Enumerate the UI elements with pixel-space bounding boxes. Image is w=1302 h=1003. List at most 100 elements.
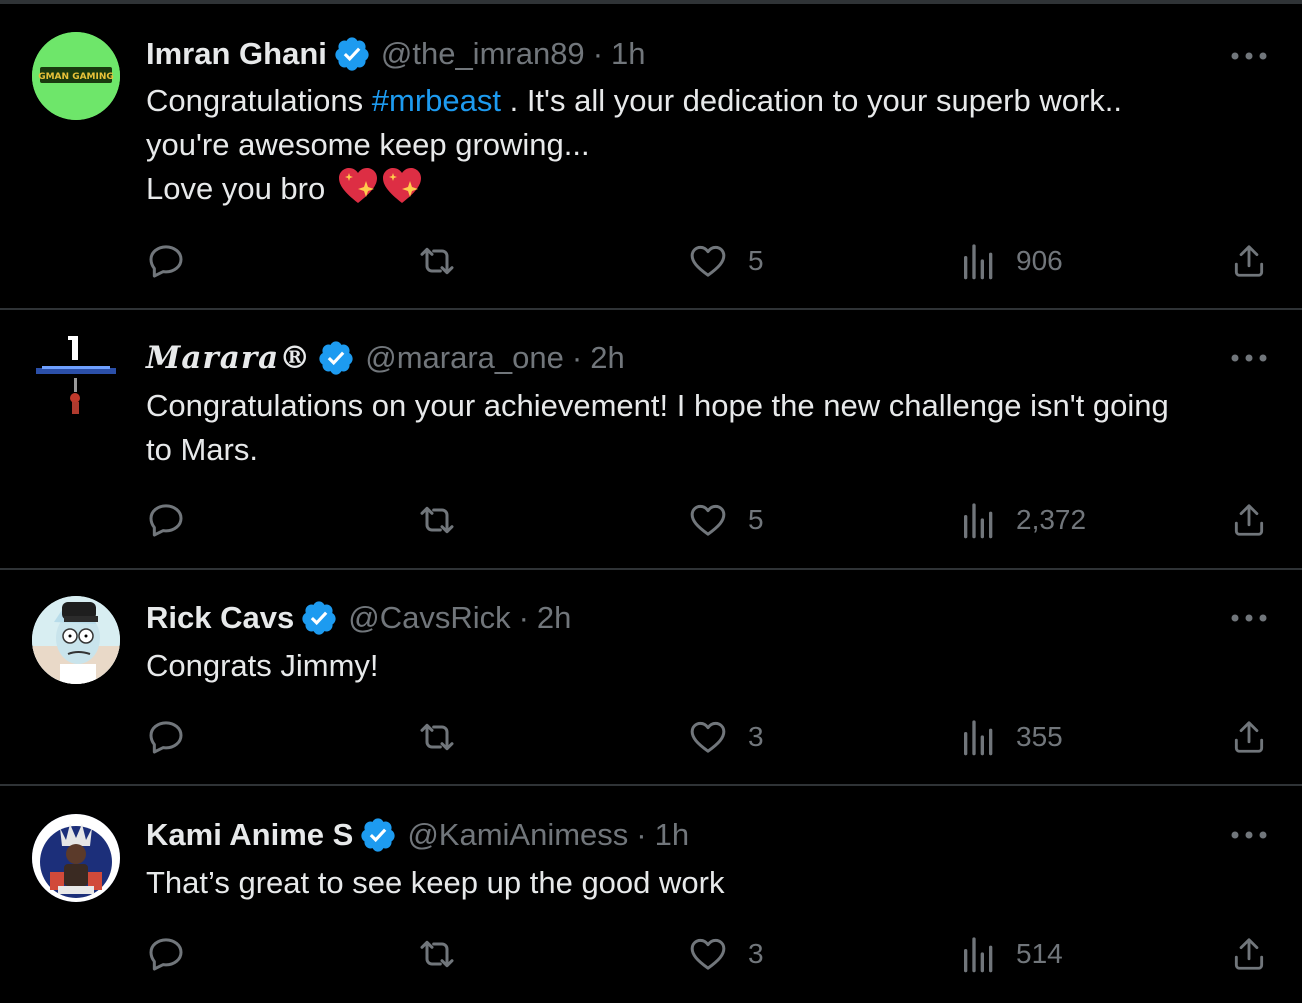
text-line: you're awesome keep growing...: [146, 127, 590, 162]
more-icon[interactable]: [1228, 610, 1270, 626]
verified-badge-icon[interactable]: [333, 35, 371, 73]
tweet-header: Imran Ghani @the_imran89 · 1h: [146, 34, 646, 74]
timestamp[interactable]: 1h: [611, 36, 645, 72]
reply-icon: [149, 938, 183, 971]
heart-icon: [690, 245, 726, 277]
repost-icon: [420, 247, 454, 275]
text-segment: . It's all your dedication to your super…: [500, 83, 1123, 118]
like-count: 3: [748, 938, 764, 969]
like-button[interactable]: 5: [688, 500, 764, 540]
share-icon: [1234, 504, 1264, 536]
repost-icon: [420, 506, 454, 534]
text-segment: Love you bro: [146, 171, 326, 206]
timestamp[interactable]: 1h: [655, 817, 689, 853]
repost-button[interactable]: [416, 717, 458, 757]
text-line: Congrats Jimmy!: [146, 648, 379, 683]
views-icon: [964, 720, 993, 756]
share-button[interactable]: [1230, 934, 1268, 974]
share-button[interactable]: [1230, 500, 1268, 540]
tweet[interactable]: Marara® @marara_one · 2h Congratulations…: [0, 310, 1302, 570]
verified-badge-icon[interactable]: [317, 339, 355, 377]
tweet-text: That’s great to see keep up the good wor…: [146, 861, 724, 905]
text-line: That’s great to see keep up the good wor…: [146, 865, 725, 900]
share-button[interactable]: [1230, 717, 1268, 757]
tweet-header: Marara® @marara_one · 2h: [146, 338, 625, 378]
text-line: Congratulations on your achievement! I h…: [146, 388, 1169, 423]
handle[interactable]: @the_imran89: [381, 36, 585, 72]
handle[interactable]: @marara_one: [365, 340, 564, 376]
tweet-actions: 5 2,372: [0, 500, 1302, 540]
share-icon: [1234, 721, 1264, 753]
share-icon: [1234, 938, 1264, 970]
tweet[interactable]: Kami Anime S @KamiAnimess · 1h That’s gr…: [0, 786, 1302, 1003]
hashtag-link[interactable]: #mrbeast: [372, 83, 501, 118]
avatar[interactable]: [32, 814, 120, 902]
reply-button[interactable]: [146, 241, 186, 281]
separator-dot: ·: [571, 340, 583, 375]
separator-dot: ·: [518, 600, 529, 635]
reply-icon: [149, 504, 183, 537]
tweet-actions: 5 906: [0, 241, 1302, 281]
view-count: 906: [1016, 245, 1063, 276]
avatar-image: [32, 814, 120, 902]
display-name[interactable]: Kami Anime S: [146, 817, 353, 853]
text-line: to Mars.: [146, 432, 258, 467]
sparkling-heart-emoji-icon: [382, 168, 421, 203]
views-button[interactable]: 2,372: [962, 500, 1086, 540]
like-button[interactable]: 5: [688, 241, 764, 281]
tweet-header: Kami Anime S @KamiAnimess · 1h: [146, 815, 689, 855]
handle[interactable]: @KamiAnimess: [407, 817, 628, 853]
reply-icon: [149, 245, 183, 278]
reply-button[interactable]: [146, 500, 186, 540]
share-button[interactable]: [1230, 241, 1268, 281]
views-icon: [964, 503, 993, 539]
views-button[interactable]: 355: [962, 717, 1063, 757]
repost-button[interactable]: [416, 934, 458, 974]
like-button[interactable]: 3: [688, 717, 764, 757]
repost-button[interactable]: [416, 241, 458, 281]
like-count: 3: [748, 721, 764, 752]
view-count: 2,372: [1016, 504, 1087, 535]
separator-dot: ·: [592, 36, 604, 71]
reply-button[interactable]: [146, 934, 186, 974]
heart-icon: [690, 721, 726, 753]
view-count: 514: [1016, 938, 1063, 969]
more-icon[interactable]: [1228, 827, 1270, 843]
repost-icon: [420, 723, 454, 751]
like-button[interactable]: 3: [688, 934, 764, 974]
avatar[interactable]: [32, 332, 120, 420]
tweet[interactable]: Rick Cavs @CavsRick · 2h Congrats Jimmy!: [0, 570, 1302, 786]
views-icon: [964, 937, 993, 973]
more-icon[interactable]: [1228, 350, 1270, 366]
avatar-image: [32, 596, 120, 684]
like-count: 5: [748, 504, 764, 535]
views-button[interactable]: 514: [962, 934, 1063, 974]
separator-dot: ·: [636, 817, 647, 852]
verified-badge-icon[interactable]: [359, 816, 397, 854]
repost-icon: [420, 940, 454, 968]
views-icon: [964, 244, 993, 280]
avatar[interactable]: [32, 596, 120, 684]
avatar[interactable]: GMAN GAMING: [32, 32, 120, 120]
avatar-image: [32, 332, 120, 420]
reply-icon: [149, 721, 183, 754]
view-count: 355: [1016, 721, 1063, 752]
display-name[interactable]: Imran Ghani: [146, 36, 327, 72]
timestamp[interactable]: 2h: [590, 340, 624, 376]
tweet-text: Congrats Jimmy!: [146, 644, 379, 688]
heart-icon: [690, 938, 726, 970]
avatar-logo-text: GMAN GAMING: [38, 72, 114, 82]
more-icon[interactable]: [1228, 48, 1270, 64]
share-icon: [1234, 245, 1264, 277]
verified-badge-icon[interactable]: [300, 599, 338, 637]
display-name[interactable]: Marara®: [146, 340, 311, 376]
like-count: 5: [748, 245, 764, 276]
sparkling-heart-emoji-icon: [338, 168, 377, 203]
display-name[interactable]: Rick Cavs: [146, 600, 294, 636]
tweet[interactable]: GMAN GAMING Imran Ghani @the_imran89 · 1…: [0, 4, 1302, 310]
timestamp[interactable]: 2h: [537, 600, 571, 636]
views-button[interactable]: 906: [962, 241, 1063, 281]
repost-button[interactable]: [416, 500, 458, 540]
handle[interactable]: @CavsRick: [348, 600, 510, 636]
reply-button[interactable]: [146, 717, 186, 757]
